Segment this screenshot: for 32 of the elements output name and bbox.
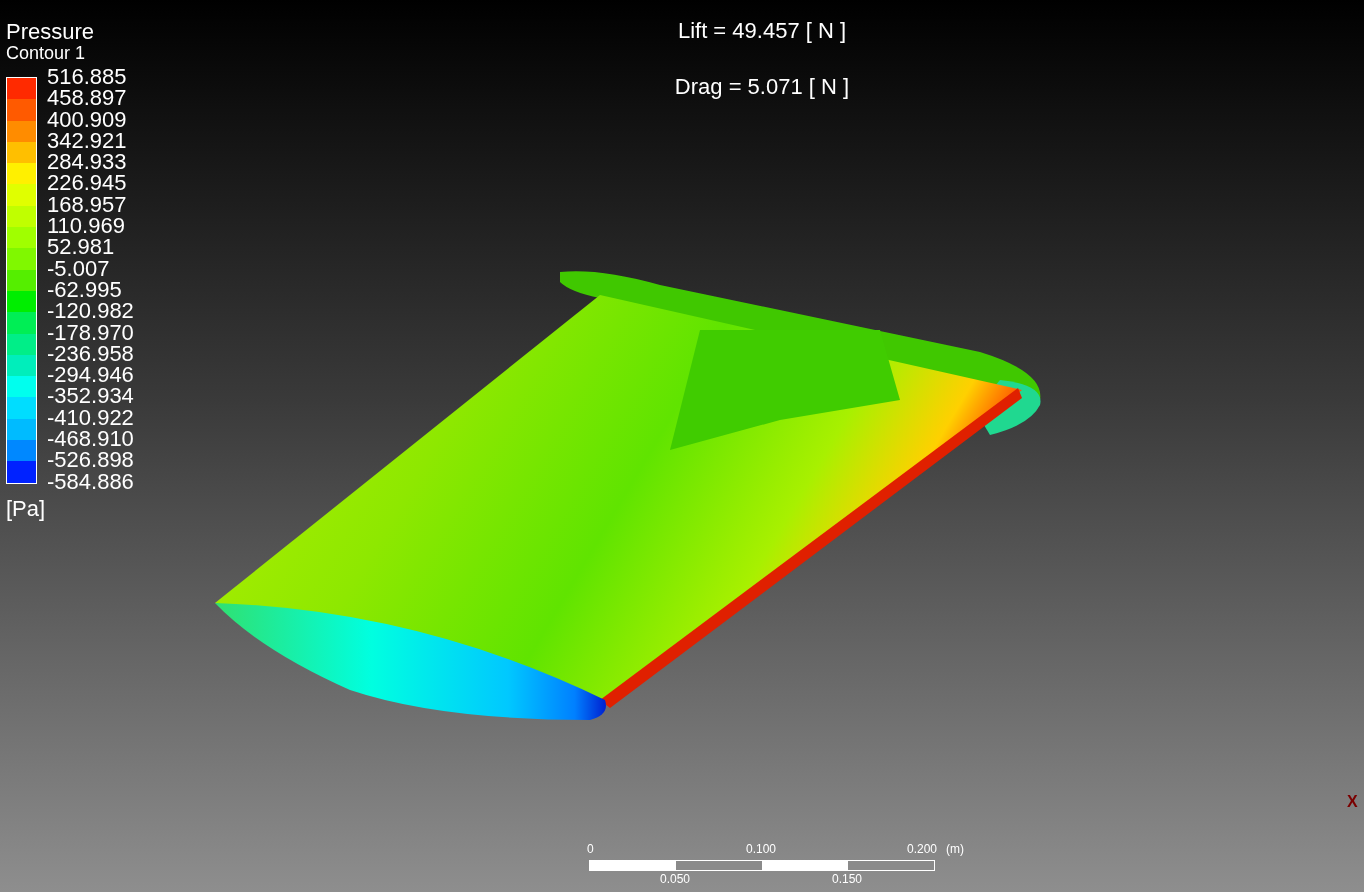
legend-value: -62.995: [46, 278, 123, 301]
force-readout: Lift = 49.457 [ N ]: [677, 18, 847, 44]
legend-value: -468.910: [46, 428, 134, 450]
legend-title: Pressure: [6, 20, 96, 44]
scale-label: 0.150: [832, 872, 862, 886]
legend-value: -5.007: [46, 257, 111, 279]
legend-value: -352.934: [46, 385, 134, 407]
legend-value: -236.958: [46, 342, 134, 365]
legend-value: 52.981: [46, 236, 116, 258]
scale-label: 0.100: [746, 842, 776, 856]
legend-value: 400.909: [46, 108, 128, 130]
legend-value: 284.933: [46, 151, 128, 173]
legend-value: 168.957: [46, 193, 128, 216]
scale-unit: (m): [946, 842, 964, 856]
legend-value: 110.969: [46, 215, 126, 237]
legend-value: -120.982: [46, 300, 134, 322]
legend-value: -178.970: [46, 321, 134, 343]
scale-label: 0: [587, 842, 594, 856]
legend-value: -584.886: [46, 470, 134, 492]
legend-subtitle: Contour 1: [6, 44, 87, 63]
legend-value: 342.921: [46, 129, 128, 152]
legend-value: 516.885: [46, 66, 128, 88]
scale-label: 0.050: [660, 872, 690, 886]
legend-value: 226.945: [46, 172, 128, 194]
scale-label: 0.200: [906, 842, 937, 856]
legend-value: -410.922: [46, 406, 134, 429]
legend-value: -294.946: [46, 364, 134, 386]
force-readout: Drag = 5.071 [ N ]: [674, 74, 850, 100]
legend-value: -526.898: [46, 449, 134, 471]
legend-value: 458.897: [46, 87, 128, 109]
legend-unit: [Pa]: [6, 495, 47, 522]
x-axis-label: X: [1347, 793, 1358, 811]
